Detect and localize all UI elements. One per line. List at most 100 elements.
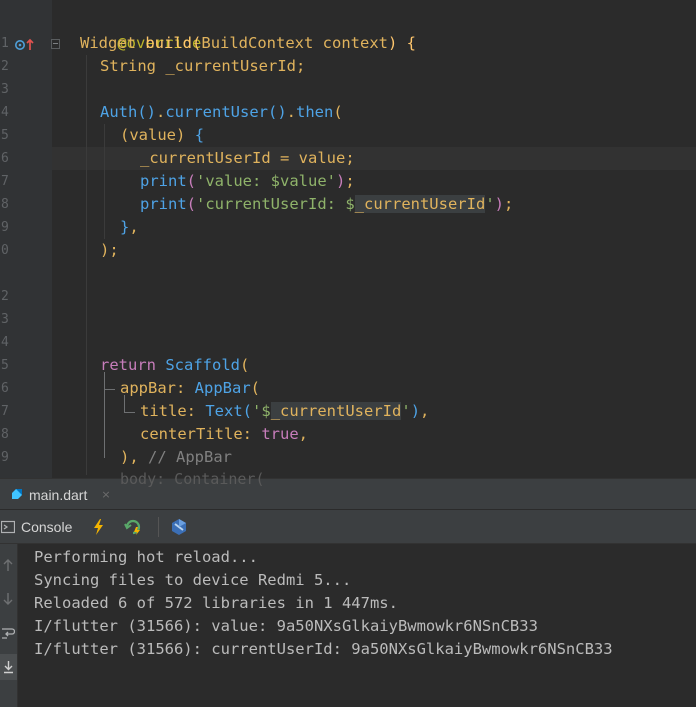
scroll-down-icon[interactable] xyxy=(1,592,15,606)
scroll-to-end-toggle[interactable] xyxy=(0,654,17,680)
code-token: _currentUserId xyxy=(156,57,296,75)
soft-wrap-icon[interactable] xyxy=(1,626,15,640)
code-token: ( xyxy=(120,126,130,144)
code-token: then xyxy=(296,103,334,121)
code-token: ( xyxy=(240,356,250,374)
line-number: 2 xyxy=(1,59,9,74)
code-token: . xyxy=(156,103,166,121)
code-token: Auth xyxy=(100,103,138,121)
code-token: : xyxy=(186,402,206,420)
code-line: print('currentUserId: $_currentUserId'); xyxy=(140,193,513,216)
code-token: . xyxy=(286,103,297,121)
line-number: 4 xyxy=(1,105,9,120)
line-number: 0 xyxy=(1,243,9,258)
fold-toggle-icon[interactable] xyxy=(51,39,60,49)
code-token: = xyxy=(270,149,299,167)
code-token: , xyxy=(129,448,149,466)
code-token: , xyxy=(129,218,139,236)
dart-devtools-icon[interactable] xyxy=(170,518,188,536)
console-tab-label: Console xyxy=(21,518,73,535)
code-token: ; xyxy=(109,241,119,259)
line-number: 4 xyxy=(1,335,9,350)
code-token: appBar xyxy=(120,379,176,397)
console-line: I/flutter (31566): value: 9a50NXsGlkaiyB… xyxy=(34,617,538,635)
scroll-to-end-icon xyxy=(4,661,13,674)
code-token: , xyxy=(298,425,308,443)
code-token: print xyxy=(140,195,187,213)
code-token: ( xyxy=(242,402,253,420)
code-token: 'value: $value' xyxy=(196,172,336,190)
code-editor[interactable]: 1 2 3 4 5 6 7 8 9 0 2 3 4 5 6 7 8 9 @ove… xyxy=(0,0,696,478)
line-number: 3 xyxy=(1,312,9,327)
line-number: 9 xyxy=(1,220,9,235)
line-number: 7 xyxy=(1,404,9,419)
code-token: { xyxy=(185,126,205,144)
line-number-gutter: 1 2 3 4 5 6 7 8 9 0 2 3 4 5 6 7 8 9 xyxy=(0,0,60,478)
line-number: 6 xyxy=(1,151,9,166)
code-token: : xyxy=(242,425,262,443)
code-token: ) xyxy=(494,195,504,213)
code-token: AppBar xyxy=(194,379,251,397)
code-token: ) xyxy=(120,448,130,466)
line-number: 9 xyxy=(1,450,9,465)
code-line: centerTitle: true, xyxy=(140,423,308,446)
code-token: , xyxy=(420,402,430,420)
code-token: _currentUserId xyxy=(140,149,271,167)
code-token: Scaffold xyxy=(156,356,240,374)
code-token: ) xyxy=(388,34,398,52)
code-token: print xyxy=(140,172,187,190)
code-token: ) xyxy=(176,126,186,144)
code-line: String _currentUserId; xyxy=(100,55,305,78)
override-method-icon[interactable] xyxy=(15,38,37,52)
code-token: ; xyxy=(345,172,355,190)
code-token: ( xyxy=(250,379,261,397)
console-line: Reloaded 6 of 572 libraries in 1 447ms. xyxy=(34,594,398,612)
console-line: I/flutter (31566): currentUserId: 9a50NX… xyxy=(34,640,613,658)
code-token: ; xyxy=(295,57,306,75)
code-token: value xyxy=(129,126,177,144)
code-line: ), // AppBar xyxy=(120,446,232,469)
code-line: appBar: AppBar( xyxy=(120,377,260,400)
code-line: (value) { xyxy=(120,124,204,147)
indent-guide xyxy=(104,124,105,239)
toolbar-separator xyxy=(158,517,159,537)
code-line: print('value: $value'); xyxy=(140,170,355,193)
code-token: ; xyxy=(504,195,514,213)
line-number: 3 xyxy=(1,82,9,97)
code-peek-text: body: Container( xyxy=(120,470,265,488)
code-token: ; xyxy=(345,149,355,167)
code-token: BuildContext xyxy=(201,34,314,52)
console-output[interactable]: Performing hot reload... Syncing files t… xyxy=(18,544,696,707)
code-token: ) xyxy=(336,172,346,190)
code-line: }, xyxy=(120,216,139,239)
code-token: value xyxy=(298,149,346,167)
line-number: 6 xyxy=(1,381,9,396)
line-number: 5 xyxy=(1,128,9,143)
line-number: 5 xyxy=(1,358,9,373)
scroll-up-icon[interactable] xyxy=(1,558,15,572)
tab-main-dart[interactable]: main.dart × xyxy=(0,479,118,510)
code-token: { xyxy=(397,34,417,52)
run-toolbar: Console xyxy=(0,510,696,544)
code-line: title: Text('$_currentUserId'), xyxy=(140,400,429,423)
hot-restart-icon[interactable] xyxy=(124,518,142,536)
console-icon xyxy=(1,520,15,533)
tab-label: main.dart xyxy=(29,486,88,503)
close-tab-icon[interactable]: × xyxy=(101,488,110,501)
hot-reload-icon[interactable] xyxy=(90,518,108,536)
code-token: ' xyxy=(401,402,411,420)
code-line: Widget build(BuildContext context) { xyxy=(80,32,416,55)
dart-file-icon xyxy=(12,489,22,499)
widget-tree-guide xyxy=(104,390,115,458)
tab-console[interactable]: Console xyxy=(0,510,72,543)
code-line: return Scaffold( xyxy=(100,354,249,377)
code-token: true xyxy=(261,425,299,443)
code-token: String xyxy=(100,57,156,75)
code-token: 'currentUserId: $ xyxy=(196,195,355,213)
code-token: } xyxy=(120,218,130,236)
code-token: ' xyxy=(485,195,495,213)
code-token: Text xyxy=(205,402,243,420)
code-token: return xyxy=(100,356,156,374)
code-line: ); xyxy=(100,239,119,262)
code-token: '$ xyxy=(252,402,271,420)
